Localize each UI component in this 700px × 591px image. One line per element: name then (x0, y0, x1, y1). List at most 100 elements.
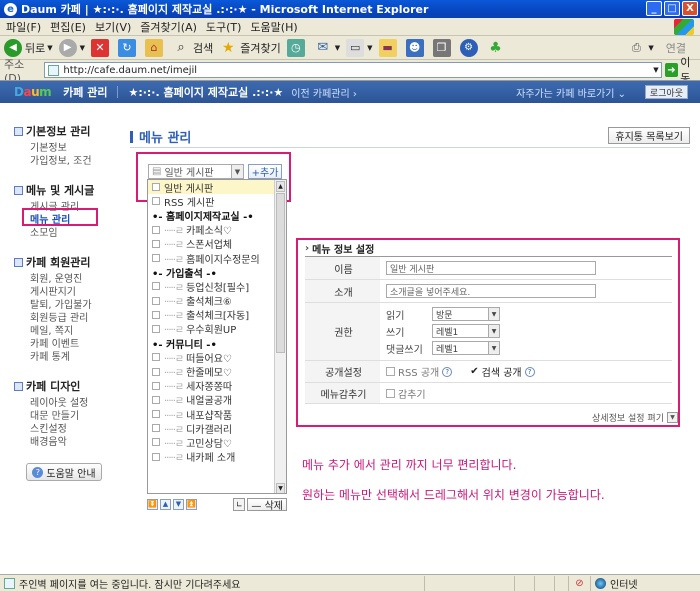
tree-group[interactable]: •- 커뮤니티 -• (148, 336, 286, 351)
messenger-icon: ☻ (405, 38, 424, 57)
edit-icon: ▭ (346, 38, 365, 57)
folder-button[interactable]: ▬ (378, 38, 400, 57)
tree-item[interactable]: ·····ㄹ 떠들어요♡ (148, 350, 286, 365)
sidebar-item-bgm[interactable]: 배경음악 (14, 436, 120, 449)
menu-view[interactable]: 보기(V) (95, 19, 131, 35)
close-button[interactable]: X (682, 1, 698, 16)
annotation-line-2: 원하는 메뉴만 선택해서 드레그해서 위치 변경이 가능합니다. (302, 488, 605, 502)
help-label: 도움말 안내 (46, 468, 96, 480)
toolbar: ◀ 뒤로 ▼ ▶ ▼ ✕ ↻ ⌂ ⌕ 검색 ★ 즐겨찾기 ◷ ✉ ▼ ▭ ▼ ▬… (0, 36, 700, 60)
cafe-name[interactable]: ★:·:·. 홈페이지 제작교실 .:·:·★ (128, 84, 283, 100)
address-input[interactable]: http://cafe.daum.net/imejil ▼ (44, 62, 662, 78)
cafe-header: Daum 카페 관리 ★:·:·. 홈페이지 제작교실 .:·:·★ 이전 카페… (0, 81, 700, 103)
tree-item[interactable]: ·····ㄹ 고민상담♡ (148, 435, 286, 450)
sidebar-item-basic-info[interactable]: 기본정보 (14, 142, 120, 155)
tree-scrollbar[interactable]: ▲ ▼ (274, 180, 286, 493)
gear-button[interactable]: ⚙ (459, 38, 481, 57)
menu-tree[interactable]: 일반 게시판 RSS 게시판 •- 홈페이지제작교실 -• ·····ㄹ 카페소식… (147, 179, 287, 494)
maximize-button[interactable]: □ (664, 1, 680, 16)
search-icon: ⌕ (177, 40, 185, 55)
tree-item[interactable]: ·····ㄹ 스폰서업체 (148, 237, 286, 251)
palette-icon (14, 381, 23, 391)
sidebar-item-event[interactable]: 카페 이벤트 (14, 338, 120, 351)
cafe-admin-label: 카페 관리 (63, 86, 108, 99)
daum-logo[interactable]: Daum (14, 85, 52, 99)
home-button[interactable]: ⌂ (145, 38, 166, 57)
sidebar-item-withdraw[interactable]: 탈퇴, 가입불가 (14, 299, 120, 312)
minimize-button[interactable]: _ (646, 1, 662, 16)
status-bar: 주인벽 페이지를 여는 중입니다. 잠시만 기다려주세요 ⊘ 인터넷 (0, 574, 700, 591)
history-button[interactable]: ◷ (286, 38, 308, 57)
move-top-button[interactable]: ⏫ (186, 498, 197, 510)
search-button[interactable]: ⌕ 검색 (172, 39, 213, 57)
star-icon: ★ (222, 39, 235, 56)
tree-item[interactable]: ·····ㄹ 세자쫑쫑따 (148, 379, 286, 393)
back-button[interactable]: ◀ 뒤로 ▼ (4, 38, 53, 57)
sidebar-item-stats[interactable]: 카페 통계 (14, 351, 120, 364)
sidebar-item-small-group[interactable]: 소모임 (14, 227, 120, 240)
menu-help[interactable]: 도움말(H) (250, 19, 297, 35)
logout-button[interactable]: 로그아웃 (644, 85, 688, 99)
sidebar-item-grade[interactable]: 회원등급 관리 (14, 312, 120, 325)
tree-item[interactable]: 일반 게시판 (148, 180, 286, 195)
msn-button[interactable]: ♣ (487, 39, 508, 57)
msn-people-icon: ♣ (489, 39, 502, 56)
favorites-label: 즐겨찾기 (240, 41, 281, 55)
move-left-button[interactable]: ∟ (233, 497, 246, 511)
sidebar-item-join-info[interactable]: 가입정보, 조건 (14, 155, 120, 168)
sidebar-item-mail[interactable]: 메일, 쪽지 (14, 325, 120, 338)
menu-file[interactable]: 파일(F) (6, 19, 41, 35)
refresh-button[interactable]: ↻ (118, 38, 139, 57)
tree-item[interactable]: ·····ㄹ 디카갤러리 (148, 421, 286, 436)
move-up-button[interactable]: ▲ (160, 498, 171, 510)
sidebar-item-layout[interactable]: 레이아웃 설정 (14, 397, 120, 410)
menu-tools[interactable]: 도구(T) (206, 19, 242, 35)
messenger-button[interactable]: ☻ (405, 38, 427, 57)
prev-admin-link[interactable]: 이전 카페관리 › (291, 85, 357, 100)
favorites-button[interactable]: ★ 즐겨찾기 (219, 39, 281, 57)
tree-item[interactable]: ·····ㄹ 내카페 소개 (148, 450, 286, 464)
help-button[interactable]: ? 도움말 안내 (26, 463, 102, 481)
tree-item[interactable]: ·····ㄹ 한줄메모♡ (148, 364, 286, 379)
sidebar-group-members: 카페 회원관리 회원, 운영진 게시판지기 탈퇴, 가입불가 회원등급 관리 메… (14, 254, 120, 364)
tree-item[interactable]: ·····ㄹ 등업신청[필수] (148, 279, 286, 294)
tree-item[interactable]: ·····ㄹ 우수회원UP (148, 322, 286, 336)
tree-item[interactable]: ·····ㄹ 카페소식♡ (148, 223, 286, 237)
sidebar-item-skin[interactable]: 스킨설정 (14, 423, 120, 436)
mail-button[interactable]: ✉ ▼ (314, 39, 340, 57)
tree-item[interactable]: ·····ㄹ 홈페이지수정문의 (148, 251, 286, 266)
scroll-up-icon: ▲ (276, 181, 285, 192)
history-icon: ◷ (286, 38, 305, 57)
tree-item[interactable]: ·····ㄹ 출석체크⑥ (148, 294, 286, 308)
tree-item[interactable]: ·····ㄹ 출석체크[자동] (148, 308, 286, 322)
move-down-button[interactable]: ▼ (173, 498, 184, 510)
edit-button[interactable]: ▭ ▼ (346, 38, 373, 57)
popup-blocked-icon[interactable]: ⊘ (575, 578, 583, 589)
sidebar: 기본정보 관리 기본정보 가입정보, 조건 메뉴 및 게시글 게시글 관리 메뉴… (0, 103, 120, 574)
tree-item[interactable]: ·····ㄹ 내포샵작품 (148, 407, 286, 422)
favorite-cafe-goto[interactable]: 자주가는 카페 바로가기 ⌄ (516, 85, 626, 100)
doc-icon (14, 126, 23, 136)
tree-item[interactable]: ·····ㄹ 내얼굴공개 (148, 393, 286, 407)
sidebar-item-front[interactable]: 대문 만들기 (14, 410, 120, 423)
research-button[interactable]: ❐ (432, 38, 454, 57)
tree-group[interactable]: •- 홈페이지제작교실 -• (148, 208, 286, 223)
sidebar-item-members[interactable]: 회원, 운영진 (14, 273, 120, 286)
trash-list-button[interactable]: 휴지통 목록보기 (608, 127, 690, 144)
page-title: 메뉴 관리 (130, 127, 191, 146)
question-icon: ? (32, 466, 44, 478)
forward-button[interactable]: ▶ ▼ (58, 38, 85, 57)
tree-item[interactable]: RSS 게시판 (148, 194, 286, 209)
highlight-box-sidebar (22, 208, 98, 226)
sidebar-item-board-keeper[interactable]: 게시판지기 (14, 286, 120, 299)
research-icon: ❐ (432, 38, 451, 57)
delete-menu-button[interactable]: — 삭제 (247, 497, 287, 512)
menu-edit[interactable]: 편집(E) (50, 19, 86, 35)
status-text: 주인벽 페이지를 여는 중입니다. 잠시만 기다려주세요 (19, 579, 241, 591)
stop-button[interactable]: ✕ (91, 38, 112, 57)
move-bottom-button[interactable]: ⏬ (147, 498, 158, 510)
page-viewport: Daum 카페 관리 ★:·:·. 홈페이지 제작교실 .:·:·★ 이전 카페… (0, 80, 700, 574)
menu-favorites[interactable]: 즐겨찾기(A) (140, 19, 197, 35)
tree-group[interactable]: •- 가입출석 -• (148, 265, 286, 280)
window-title-bar: e Daum 카페 | ★:·:·. 홈페이지 제작교실 .:·:·★ - Mi… (0, 0, 700, 18)
